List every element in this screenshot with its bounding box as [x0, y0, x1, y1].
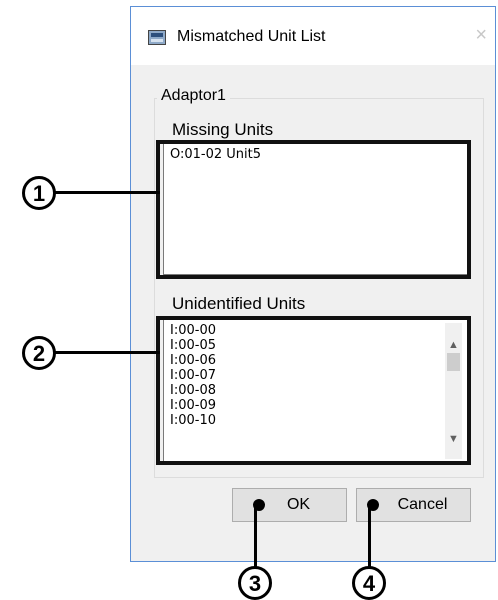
cancel-button[interactable]: Cancel: [356, 488, 471, 522]
missing-units-label: Missing Units: [170, 120, 276, 140]
title-bar[interactable]: Mismatched Unit List ×: [131, 7, 495, 65]
unidentified-units-label: Unidentified Units: [170, 294, 308, 314]
missing-units-highlight: [156, 140, 471, 279]
callout-1-leader: [52, 191, 160, 194]
callout-2-leader: [52, 351, 160, 354]
callout-2: 2: [22, 336, 56, 370]
callout-3-leader: [254, 505, 257, 571]
callout-1: 1: [22, 176, 56, 210]
callout-3: 3: [238, 566, 272, 600]
close-button[interactable]: ×: [475, 25, 487, 45]
ok-button-label: OK: [286, 496, 311, 513]
ok-button[interactable]: OK: [232, 488, 347, 522]
cancel-button-label: Cancel: [397, 496, 448, 513]
unidentified-units-highlight: [156, 316, 471, 465]
group-label: Adaptor1: [157, 87, 230, 105]
window-title: Mismatched Unit List: [177, 28, 326, 45]
callout-4: 4: [352, 566, 386, 600]
callout-4-leader: [368, 505, 371, 571]
app-window-icon: [148, 30, 166, 45]
